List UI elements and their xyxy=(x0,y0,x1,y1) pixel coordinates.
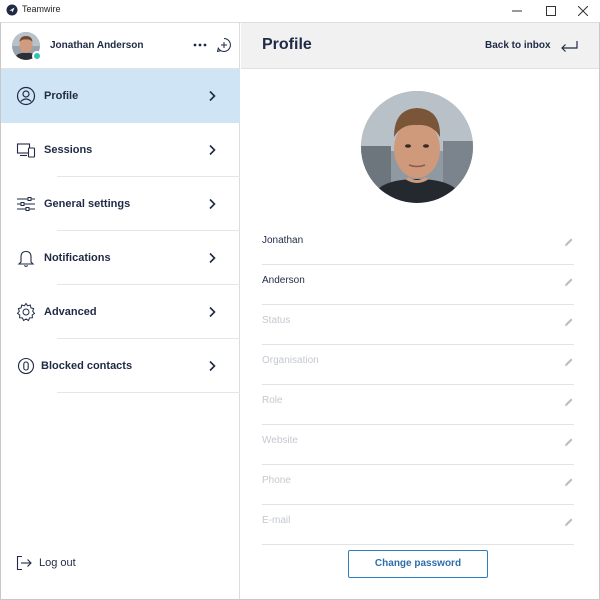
role-field[interactable]: Role xyxy=(262,385,574,425)
sidebar-item-label: General settings xyxy=(44,198,131,210)
sidebar-item-advanced[interactable]: Advanced xyxy=(1,285,240,339)
first-name-value: Jonathan xyxy=(262,235,304,246)
profile-photo[interactable] xyxy=(361,91,473,203)
pencil-icon[interactable] xyxy=(564,437,574,447)
online-status-badge xyxy=(32,51,42,61)
website-field[interactable]: Website xyxy=(262,425,574,465)
close-button[interactable] xyxy=(566,0,600,22)
pencil-icon[interactable] xyxy=(564,357,574,367)
bell-icon xyxy=(17,250,35,267)
last-name-field[interactable]: Anderson xyxy=(262,265,574,305)
role-placeholder: Role xyxy=(262,395,283,406)
last-name-value: Anderson xyxy=(262,275,305,286)
sidebar-item-label: Sessions xyxy=(44,144,93,156)
chevron-right-icon xyxy=(209,144,216,156)
website-placeholder: Website xyxy=(262,435,298,446)
sliders-icon xyxy=(17,197,35,211)
status-field[interactable]: Status xyxy=(262,305,574,345)
email-placeholder: E-mail xyxy=(262,515,291,526)
field-underline xyxy=(262,544,574,545)
devices-icon xyxy=(16,143,36,158)
phone-field[interactable]: Phone xyxy=(262,465,574,505)
chevron-right-icon xyxy=(209,198,216,210)
status-placeholder: Status xyxy=(262,315,291,326)
pencil-icon[interactable] xyxy=(564,237,574,247)
sidebar-item-sessions[interactable]: Sessions xyxy=(1,123,240,177)
logout-label: Log out xyxy=(39,557,76,569)
chevron-right-icon xyxy=(209,90,216,102)
chevron-right-icon xyxy=(209,360,216,372)
pencil-icon[interactable] xyxy=(564,277,574,287)
window-title: Teamwire xyxy=(22,4,61,14)
sidebar-item-notifications[interactable]: Notifications xyxy=(1,231,240,285)
sidebar-item-label: Profile xyxy=(44,90,79,102)
more-options-icon[interactable] xyxy=(191,37,209,53)
close-icon xyxy=(578,6,588,16)
sidebar-item-general-settings[interactable]: General settings xyxy=(1,177,240,231)
title-bar: Teamwire xyxy=(0,0,600,22)
maximize-button[interactable] xyxy=(534,0,568,22)
organisation-placeholder: Organisation xyxy=(262,355,319,366)
blocked-icon xyxy=(17,357,35,375)
pencil-icon[interactable] xyxy=(564,397,574,407)
chevron-right-icon xyxy=(209,306,216,318)
maximize-icon xyxy=(546,6,556,16)
phone-placeholder: Phone xyxy=(262,475,291,486)
minimize-icon xyxy=(512,10,522,12)
teamwire-logo-icon xyxy=(6,4,18,16)
user-header: Jonathan Anderson xyxy=(1,23,240,69)
gear-icon xyxy=(16,302,36,322)
profile-panel: Profile Back to inbox Jonathan Anderson … xyxy=(241,23,599,599)
sidebar-item-label: Blocked contacts xyxy=(41,360,133,372)
pencil-icon[interactable] xyxy=(564,477,574,487)
sidebar-item-blocked-contacts[interactable]: Blocked contacts xyxy=(1,339,240,393)
page-title: Profile xyxy=(262,36,312,53)
chevron-right-icon xyxy=(209,252,216,264)
logout-icon xyxy=(16,555,32,571)
minimize-button[interactable] xyxy=(500,0,534,22)
user-icon xyxy=(16,86,36,106)
back-to-inbox-button[interactable]: Back to inbox xyxy=(481,35,593,57)
sidebar-item-label: Advanced xyxy=(44,306,97,318)
email-field[interactable]: E-mail xyxy=(262,505,574,545)
user-name: Jonathan Anderson xyxy=(50,40,144,51)
sidebar: Jonathan Anderson Profile Sessions Gener… xyxy=(1,23,240,599)
sidebar-item-profile[interactable]: Profile xyxy=(1,69,240,123)
pencil-icon[interactable] xyxy=(564,517,574,527)
organisation-field[interactable]: Organisation xyxy=(262,345,574,385)
back-to-inbox-label: Back to inbox xyxy=(485,40,551,51)
new-chat-icon[interactable] xyxy=(215,36,233,54)
return-arrow-icon xyxy=(561,41,578,52)
pencil-icon[interactable] xyxy=(564,317,574,327)
divider xyxy=(57,392,240,393)
change-password-button[interactable]: Change password xyxy=(348,550,488,578)
logout-button[interactable]: Log out xyxy=(15,552,135,574)
first-name-field[interactable]: Jonathan xyxy=(262,225,574,265)
sidebar-item-label: Notifications xyxy=(44,252,111,264)
main-header: Profile Back to inbox xyxy=(241,23,599,69)
